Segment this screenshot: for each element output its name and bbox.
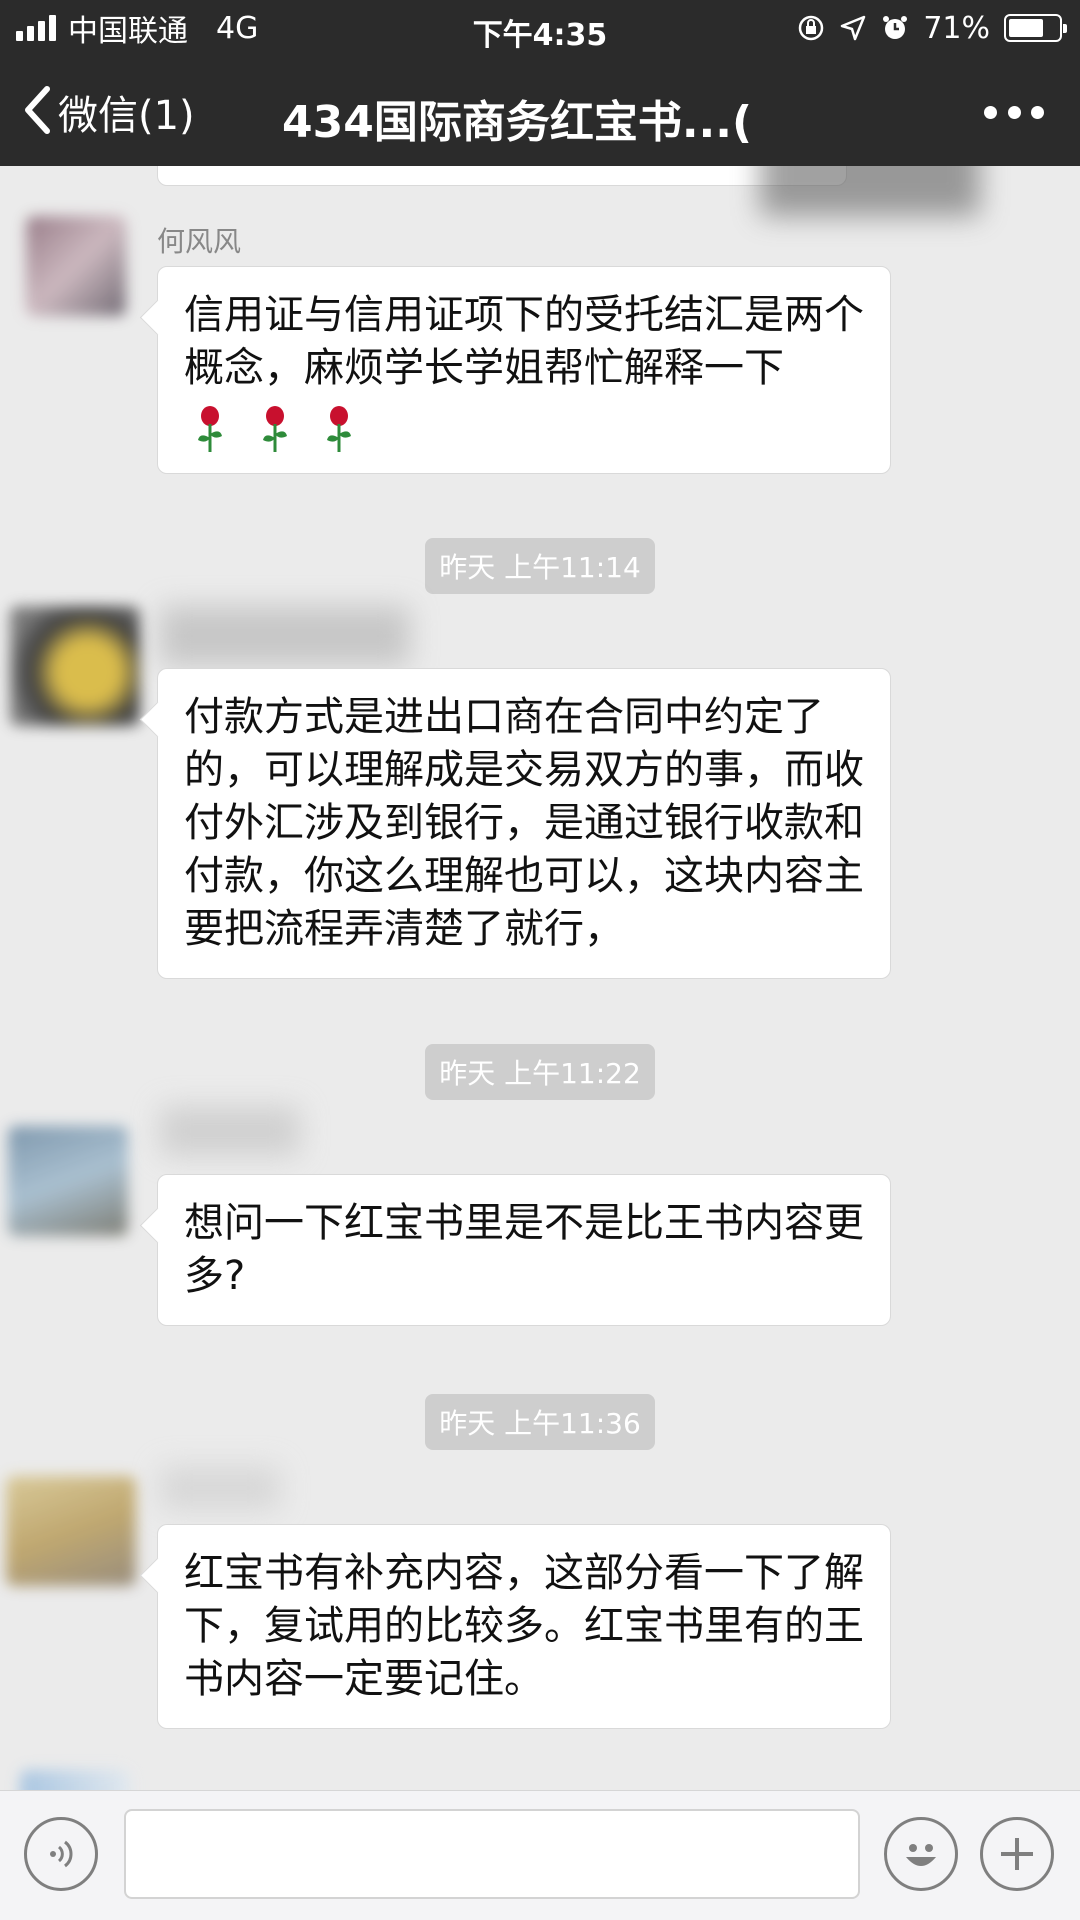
message-bubble[interactable]: 想问一下红宝书里是不是比王书内容更多? (157, 1174, 891, 1326)
avatar[interactable] (6, 1476, 136, 1586)
message-bubble[interactable]: 付款方式是进出口商在合同中约定了的，可以理解成是交易双方的事，而收付外汇涉及到银… (157, 668, 891, 979)
back-chevron-icon (22, 85, 52, 139)
battery-icon (1004, 14, 1067, 42)
alarm-icon (881, 14, 909, 42)
rose-emoji-icon (249, 404, 301, 454)
voice-icon[interactable] (24, 1817, 98, 1891)
redaction-smudge (160, 606, 410, 666)
chat-header: 微信(1) 434国际商务红宝书...( (0, 58, 1080, 166)
more-dots-icon[interactable] (984, 94, 1044, 130)
redaction-smudge (160, 1466, 280, 1510)
battery-percent: 71% (923, 10, 990, 46)
redaction-smudge (760, 166, 980, 216)
lock-rotation-icon (797, 14, 825, 42)
timestamp: 昨天 上午11:14 (0, 538, 1080, 594)
rose-emoji-icon (184, 404, 236, 454)
message-text: 付款方式是进出口商在合同中约定了的，可以理解成是交易双方的事，而收付外汇涉及到银… (184, 694, 864, 952)
timestamp: 昨天 上午11:36 (0, 1394, 1080, 1450)
avatar[interactable] (8, 1126, 128, 1236)
redaction-smudge (160, 1106, 300, 1156)
location-arrow-icon (839, 14, 867, 42)
rose-emoji-icon (313, 404, 365, 454)
page-title: 434国际商务红宝书...( (282, 97, 753, 148)
previous-message-bubble (157, 166, 847, 186)
back-button[interactable]: 微信(1) (22, 80, 195, 144)
message-bubble[interactable]: 红宝书有补充内容，这部分看一下了解下，复试用的比较多。红宝书里有的王书内容一定要… (157, 1524, 891, 1729)
message-input[interactable] (124, 1809, 860, 1899)
input-bar (0, 1790, 1080, 1920)
timestamp-label: 昨天 上午11:36 (425, 1394, 655, 1450)
avatar[interactable] (26, 216, 126, 316)
status-time: 下午4:35 (472, 18, 608, 53)
timestamp: 昨天 上午11:22 (0, 1044, 1080, 1100)
timestamp-label: 昨天 上午11:14 (425, 538, 655, 594)
back-label: 微信(1) (58, 93, 195, 139)
message-text: 红宝书有补充内容，这部分看一下了解下，复试用的比较多。红宝书里有的王书内容一定要… (184, 1550, 864, 1702)
message-text: 想问一下红宝书里是不是比王书内容更多? (184, 1200, 864, 1299)
message-bubble[interactable]: 信用证与信用证项下的受托结汇是两个概念，麻烦学长学姐帮忙解释一下 (157, 266, 891, 474)
timestamp-label: 昨天 上午11:22 (425, 1044, 655, 1100)
sender-name: 何风风 (157, 225, 242, 258)
battery-level (1009, 19, 1044, 37)
chat-area[interactable]: 何风风 信用证与信用证项下的受托结汇是两个概念，麻烦学长学姐帮忙解释一下 昨天 … (0, 166, 1080, 1790)
plus-icon[interactable] (980, 1817, 1054, 1891)
message-text: 信用证与信用证项下的受托结汇是两个概念，麻烦学长学姐帮忙解释一下 (184, 292, 864, 391)
avatar[interactable] (20, 1770, 130, 1790)
emoji-face-icon[interactable] (884, 1817, 958, 1891)
status-bar: 中国联通 4G 下午4:35 71% (0, 0, 1080, 58)
avatar[interactable] (10, 606, 140, 726)
